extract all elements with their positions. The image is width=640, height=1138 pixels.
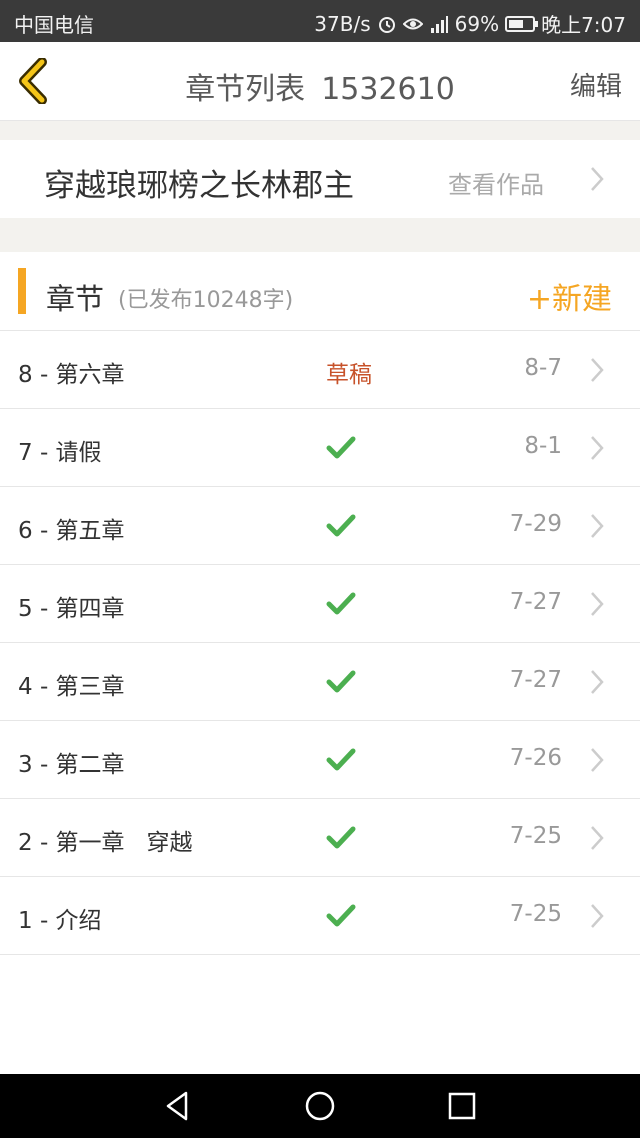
chapter-title: 4 - 第三章 xyxy=(18,674,125,700)
chapter-title: 7 - 请假 xyxy=(18,440,102,466)
page-title-text: 章节列表 xyxy=(185,72,306,107)
edit-button[interactable]: 编辑 xyxy=(570,66,622,103)
chapter-date: 7-27 xyxy=(509,589,562,615)
divider-gap xyxy=(0,121,640,140)
chevron-right-icon xyxy=(591,358,604,382)
chapter-row[interactable]: 7 - 请假 8-1 xyxy=(0,409,640,487)
checkmark-icon xyxy=(326,904,356,927)
chevron-right-icon xyxy=(591,826,604,850)
chapter-date: 8-7 xyxy=(524,355,562,381)
chapter-title: 5 - 第四章 xyxy=(18,596,125,622)
divider-gap xyxy=(0,218,640,252)
book-id: 1532610 xyxy=(321,72,455,107)
checkmark-icon xyxy=(326,748,356,771)
chevron-right-icon xyxy=(591,167,604,191)
nav-home-button[interactable] xyxy=(302,1088,338,1124)
triangle-back-icon xyxy=(166,1091,188,1121)
battery-percent: 69% xyxy=(454,11,500,36)
chapter-row[interactable]: 6 - 第五章 7-29 xyxy=(0,487,640,565)
chapter-date: 7-26 xyxy=(509,745,562,771)
eye-icon xyxy=(402,18,423,29)
accent-bar xyxy=(18,268,26,314)
chapter-title: 6 - 第五章 xyxy=(18,518,125,544)
view-works-link[interactable]: 查看作品 xyxy=(448,165,544,200)
chevron-right-icon xyxy=(591,670,604,694)
app-header: 章节列表 1532610 编辑 xyxy=(0,42,640,121)
checkmark-icon xyxy=(326,436,356,459)
chevron-right-icon xyxy=(591,514,604,538)
checkmark-icon xyxy=(326,514,356,537)
chevron-right-icon xyxy=(591,904,604,928)
chapter-row[interactable]: 3 - 第二章 7-26 xyxy=(0,721,640,799)
chapter-title: 1 - 介绍 xyxy=(18,908,102,934)
circle-home-icon xyxy=(305,1091,335,1121)
checkmark-icon xyxy=(326,670,356,693)
chapter-date: 7-25 xyxy=(509,901,562,927)
chapter-date: 7-27 xyxy=(509,667,562,693)
nav-back-button[interactable] xyxy=(160,1088,196,1124)
chapter-row[interactable]: 4 - 第三章 7-27 xyxy=(0,643,640,721)
status-indicators: 37B/s 69% 晚上7:07 xyxy=(314,9,626,38)
work-row[interactable]: 穿越琅琊榜之长林郡主 查看作品 xyxy=(0,140,640,218)
chapter-date: 7-25 xyxy=(509,823,562,849)
word-count: (已发布10248字) xyxy=(118,288,294,313)
checkmark-icon xyxy=(326,592,356,615)
battery-icon xyxy=(505,15,539,32)
chapter-row[interactable]: 8 - 第六章 草稿 8-7 xyxy=(0,331,640,409)
chapter-date: 7-29 xyxy=(509,511,562,537)
chapter-date: 8-1 xyxy=(524,433,562,459)
chapter-section-header: 章节 (已发布10248字) +新建 xyxy=(0,252,640,331)
work-title: 穿越琅琊榜之长林郡主 xyxy=(44,168,354,204)
checkmark-icon xyxy=(326,826,356,849)
chevron-right-icon xyxy=(591,748,604,772)
network-speed: 37B/s xyxy=(314,11,371,36)
status-bar: 中国电信 37B/s 69% 晚上7:07 xyxy=(0,0,640,42)
new-chapter-button[interactable]: +新建 xyxy=(527,274,612,318)
chapter-title: 3 - 第二章 xyxy=(18,752,125,778)
alarm-icon xyxy=(378,16,395,33)
android-nav-bar xyxy=(0,1074,640,1138)
square-recents-icon xyxy=(448,1092,476,1120)
page-title: 章节列表 1532610 xyxy=(0,64,640,108)
chevron-right-icon xyxy=(591,592,604,616)
draft-status: 草稿 xyxy=(326,362,372,388)
chapter-title: 2 - 第一章 穿越 xyxy=(18,830,193,856)
chapter-list: 8 - 第六章 草稿 8-7 7 - 请假 8-1 6 - 第五章 7-29 5 - 第四章 7… xyxy=(0,331,640,955)
chapter-row[interactable]: 2 - 第一章 穿越 7-25 xyxy=(0,799,640,877)
signal-icon xyxy=(430,15,448,33)
chevron-right-icon xyxy=(591,436,604,460)
chapter-title: 8 - 第六章 xyxy=(18,362,125,388)
section-title: 章节 xyxy=(46,282,105,316)
carrier-label: 中国电信 xyxy=(14,13,94,37)
chapter-row[interactable]: 5 - 第四章 7-27 xyxy=(0,565,640,643)
chapter-row[interactable]: 1 - 介绍 7-25 xyxy=(0,877,640,955)
clock: 晚上7:07 xyxy=(541,13,626,37)
nav-recents-button[interactable] xyxy=(444,1088,480,1124)
